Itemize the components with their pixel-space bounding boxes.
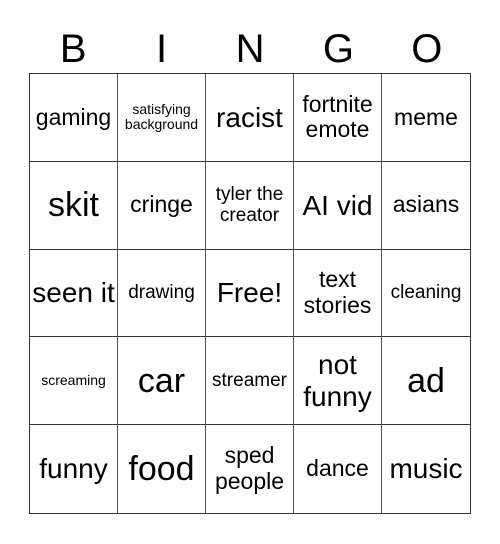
- bingo-cell[interactable]: funny: [30, 425, 118, 513]
- bingo-cell[interactable]: screaming: [30, 337, 118, 426]
- header-letter-o: O: [411, 27, 443, 71]
- bingo-cell-text: meme: [394, 103, 458, 130]
- bingo-cell-text: asians: [392, 191, 460, 218]
- bingo-cell-text: fortnite emote: [302, 90, 373, 143]
- header-letter-n: N: [235, 27, 265, 71]
- bingo-cell-text: satisfying background: [124, 100, 199, 133]
- bingo-cell-text: AI vid: [302, 189, 373, 221]
- bingo-cell-free[interactable]: Free!: [206, 249, 294, 338]
- bingo-cell-text: tyler the creator: [215, 183, 284, 227]
- bingo-cell[interactable]: AI vid: [294, 161, 382, 250]
- bingo-cell-text: Free!: [216, 277, 283, 309]
- bingo-grid: gaming satisfying background racist fortnit…: [29, 73, 471, 514]
- bingo-cell[interactable]: tyler the creator: [206, 161, 294, 250]
- bingo-cell[interactable]: seen it: [30, 249, 118, 338]
- bingo-cell[interactable]: fortnite emote: [294, 74, 382, 162]
- bingo-cell-text: gaming: [35, 103, 112, 130]
- header-letter-b: B: [59, 27, 87, 71]
- bingo-cell-text: seen it: [32, 277, 115, 309]
- bingo-cell-text: text stories: [303, 266, 372, 318]
- bingo-cell[interactable]: asians: [382, 162, 470, 250]
- bingo-cell[interactable]: cleaning: [382, 250, 470, 338]
- bingo-cell-text: drawing: [128, 282, 195, 304]
- header-letter-g: G: [322, 27, 354, 71]
- header-letter-i: I: [156, 27, 168, 71]
- bingo-cell[interactable]: racist: [206, 74, 294, 162]
- bingo-cell-text: skit: [48, 186, 99, 225]
- bingo-cell-text: dance: [306, 455, 369, 482]
- bingo-cell-text: sped people: [214, 442, 285, 495]
- bingo-cell-text: funny: [39, 453, 108, 485]
- bingo-cell[interactable]: drawing: [118, 249, 206, 338]
- bingo-cell-text: cleaning: [390, 282, 462, 304]
- bingo-cell[interactable]: car: [118, 337, 206, 426]
- bingo-cell-text: cringe: [130, 191, 193, 218]
- bingo-cell-text: screaming: [41, 371, 106, 388]
- bingo-cell[interactable]: dance: [294, 425, 382, 513]
- bingo-cell-text: not funny: [303, 349, 372, 412]
- bingo-cell-text: racist: [216, 101, 283, 133]
- bingo-cell[interactable]: gaming: [30, 74, 118, 162]
- bingo-cell[interactable]: not funny: [294, 337, 382, 426]
- bingo-cell[interactable]: cringe: [118, 161, 206, 250]
- bingo-cell[interactable]: meme: [382, 74, 470, 162]
- bingo-cell-text: ad: [407, 361, 445, 400]
- bingo-cell-text: streamer: [212, 370, 287, 392]
- bingo-cell-text: food: [128, 450, 195, 489]
- bingo-cell-text: car: [137, 361, 186, 400]
- bingo-cell[interactable]: satisfying background: [118, 74, 206, 162]
- bingo-header: B I N G O: [29, 26, 471, 72]
- bingo-cell[interactable]: food: [118, 425, 206, 513]
- bingo-cell[interactable]: text stories: [294, 249, 382, 338]
- bingo-cell[interactable]: music: [382, 425, 470, 513]
- bingo-cell[interactable]: sped people: [206, 425, 294, 513]
- bingo-cell-text: music: [389, 453, 463, 485]
- bingo-cell[interactable]: streamer: [206, 337, 294, 426]
- bingo-cell[interactable]: ad: [382, 337, 470, 426]
- bingo-cell[interactable]: skit: [30, 161, 118, 250]
